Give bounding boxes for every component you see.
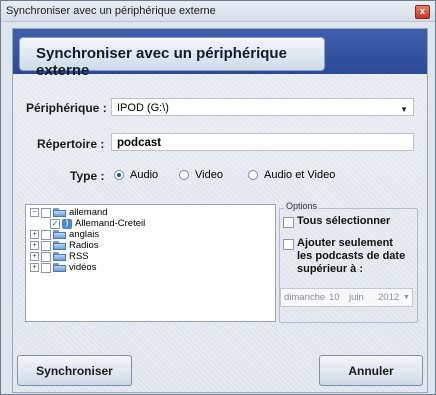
radio-audio-label: Audio	[130, 169, 159, 181]
folder-tree[interactable]: − allemand ✓ ) Allemand-Creteil + anglai…	[25, 204, 276, 322]
radio-dot-selected	[114, 170, 124, 180]
radio-audio-video-label: Audio et Video	[264, 169, 336, 181]
window-title: Synchroniser avec un périphérique extern…	[6, 5, 216, 17]
folder-icon	[53, 208, 66, 217]
tree-checkbox[interactable]	[41, 207, 51, 218]
synchronize-button[interactable]: Synchroniser	[17, 355, 132, 386]
tree-item-rss[interactable]: + RSS	[30, 251, 89, 262]
device-value: IPOD (G:\)	[117, 102, 169, 114]
chevron-down-icon: ▼	[400, 105, 408, 114]
title-bar[interactable]: Synchroniser avec un périphérique extern…	[1, 1, 435, 22]
tree-checkbox[interactable]	[41, 229, 51, 240]
date-year: 2012	[378, 292, 400, 303]
radio-dot	[179, 170, 189, 180]
collapse-icon[interactable]: −	[30, 208, 39, 217]
radio-video-label: Video	[195, 169, 223, 181]
close-button[interactable]: x	[415, 5, 430, 19]
rss-icon: )	[62, 218, 72, 229]
expand-icon[interactable]: +	[30, 241, 39, 250]
tree-item-allemand[interactable]: − allemand	[30, 207, 108, 218]
expand-icon[interactable]: +	[30, 230, 39, 239]
radio-dot	[248, 170, 258, 180]
header-bar: Synchroniser avec un périphérique extern…	[13, 29, 427, 79]
directory-label: Répertoire :	[37, 137, 105, 151]
expand-icon[interactable]: +	[30, 252, 39, 261]
recent-only-checkbox[interactable]	[283, 239, 294, 250]
tree-item-anglais[interactable]: + anglais	[30, 229, 99, 240]
select-all-label: Tous sélectionner	[297, 215, 391, 227]
folder-icon	[53, 252, 66, 261]
tree-item-label: anglais	[69, 229, 100, 240]
type-label: Type :	[70, 169, 105, 183]
dialog-window: Synchroniser avec un périphérique extern…	[0, 0, 436, 395]
device-select[interactable]: IPOD (G:\) ▼	[111, 98, 414, 116]
tree-checkbox[interactable]	[41, 251, 51, 262]
tree-item-label: Radios	[69, 240, 99, 251]
date-picker[interactable]: dimanche 10 juin 2012 ▼	[280, 288, 413, 307]
tree-checkbox[interactable]	[41, 262, 51, 273]
options-legend: Options	[284, 201, 320, 211]
tree-item-allemand-creteil[interactable]: ✓ ) Allemand-Creteil	[50, 218, 145, 229]
tree-item-videos[interactable]: + vidéos	[30, 262, 96, 273]
page-title: Synchroniser avec un périphérique extern…	[36, 45, 287, 79]
recent-only-label-3: supérieur à :	[297, 263, 364, 275]
folder-icon	[53, 263, 66, 272]
dialog-panel: Synchroniser avec un périphérique extern…	[12, 28, 428, 393]
directory-field[interactable]: podcast	[111, 133, 414, 151]
recent-only-label-1: Ajouter seulement	[297, 237, 393, 249]
folder-icon	[53, 230, 66, 239]
date-day-name: dimanche	[284, 292, 326, 303]
date-day: 10	[329, 292, 340, 303]
tree-item-label: vidéos	[69, 262, 97, 273]
tree-item-label: RSS	[69, 251, 89, 262]
select-all-checkbox[interactable]	[283, 217, 294, 228]
radio-video[interactable]: Video	[179, 169, 223, 181]
folder-icon	[53, 241, 66, 250]
chevron-down-icon: ▼	[403, 294, 410, 301]
cancel-button[interactable]: Annuler	[319, 355, 423, 386]
tree-item-label: Allemand-Creteil	[75, 218, 146, 229]
radio-audio[interactable]: Audio	[114, 169, 158, 181]
expand-icon[interactable]: +	[30, 263, 39, 272]
header-pill: Synchroniser avec un périphérique extern…	[19, 37, 325, 79]
recent-only-label-2: les podcasts de date	[297, 250, 406, 262]
directory-value: podcast	[117, 137, 162, 149]
date-month: juin	[349, 292, 364, 303]
radio-audio-video[interactable]: Audio et Video	[248, 169, 335, 181]
device-label: Périphérique :	[26, 101, 107, 115]
tree-item-radios[interactable]: + Radios	[30, 240, 99, 251]
tree-checkbox-checked[interactable]: ✓	[50, 218, 60, 229]
tree-checkbox[interactable]	[41, 240, 51, 251]
tree-item-label: allemand	[69, 207, 108, 218]
